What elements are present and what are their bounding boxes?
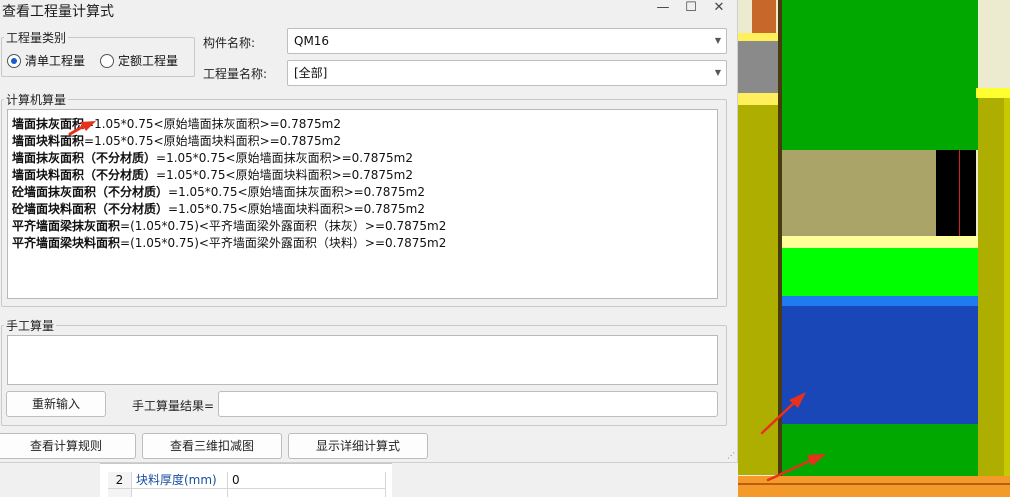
manual-calc-legend: 手工算量 — [6, 319, 55, 333]
radio-quota-label: 定额工程量 — [118, 54, 179, 68]
computer-calc-legend: 计算机算量 — [6, 93, 67, 107]
viewport-wall-blue — [782, 306, 978, 424]
table-row[interactable]: 2 块料厚度(mm) 0 — [100, 472, 392, 489]
view-rules-button[interactable]: 查看计算规则 — [0, 433, 136, 459]
viewport-strip-light-blue — [782, 296, 978, 306]
close-button[interactable]: ✕ — [706, 0, 732, 17]
quantity-name-label: 工程量名称: — [203, 67, 268, 81]
show-detail-formula-button[interactable]: 显示详细计算式 — [288, 433, 428, 459]
component-name-select[interactable]: QM16 ▼ — [287, 28, 727, 54]
list-item: 墙面块料面积=1.05*0.75<原始墙面块料面积>=0.7875m2 — [12, 134, 341, 148]
3d-viewport[interactable] — [738, 0, 1010, 497]
manual-result-field[interactable] — [218, 391, 718, 417]
viewport-wall-green-bottom — [782, 424, 978, 476]
radio-quota-quantity[interactable]: 定额工程量 — [100, 52, 178, 69]
viewport-beam-yellow-lower — [782, 236, 978, 248]
list-item: 砼墙面抹灰面积（不分材质）=1.05*0.75<原始墙面抹灰面积>=0.7875… — [12, 185, 425, 199]
radio-selected-icon — [7, 53, 21, 68]
viewport-wall-red-line — [959, 150, 960, 236]
viewport-wall-olive-left — [738, 105, 778, 475]
radio-bill-label: 清单工程量 — [25, 54, 86, 68]
resize-grip-icon[interactable]: ⋰ — [727, 451, 735, 460]
list-item: 墙面抹灰面积（不分材质）=1.05*0.75<原始墙面抹灰面积>=0.7875m… — [12, 151, 413, 165]
list-item: 墙面抹灰面积=1.05*0.75<原始墙面抹灰面积>=0.7875m2 — [12, 117, 341, 131]
reenter-button[interactable]: 重新输入 — [6, 391, 106, 417]
list-item: 砼墙面块料面积（不分材质）=1.05*0.75<原始墙面块料面积>=0.7875… — [12, 202, 425, 216]
viewport-beam-yellow-mid — [738, 93, 782, 105]
property-table: 2 块料厚度(mm) 0 — [100, 463, 392, 497]
row-index: 2 — [108, 472, 132, 489]
list-item: 平齐墙面梁块料面积=(1.05*0.75)<平齐墙面梁外露面积（块料）>=0.7… — [12, 236, 447, 250]
viewport-edge-right — [1004, 98, 1010, 478]
quantity-name-value: [全部] — [294, 66, 328, 80]
dialog-title: 查看工程量计算式 — [2, 4, 114, 20]
viewport-beam-orange — [752, 0, 776, 33]
radio-unselected-icon — [100, 53, 114, 68]
minimize-button[interactable]: — — [650, 0, 676, 17]
radio-bill-quantity[interactable]: 清单工程量 — [7, 52, 85, 69]
chevron-down-icon: ▼ — [714, 68, 721, 77]
viewport-column-gray — [738, 41, 778, 93]
quantity-type-legend: 工程量类别 — [6, 31, 67, 45]
quantity-name-select[interactable]: [全部] ▼ — [287, 60, 727, 86]
calc-formula-dialog: 查看工程量计算式 — ☐ ✕ 工程量类别 清单工程量 定额工程量 构件名称: Q… — [0, 0, 738, 463]
viewport-floor-line — [738, 483, 1010, 485]
table-row[interactable] — [100, 489, 392, 497]
viewport-wall-green-top — [782, 0, 978, 150]
viewport-floor-orange — [738, 476, 1010, 497]
manual-calc-input[interactable] — [7, 335, 718, 385]
list-item: 墙面块料面积（不分材质）=1.05*0.75<原始墙面块料面积>=0.7875m… — [12, 168, 413, 182]
viewport-beam-yellow-top — [738, 33, 780, 41]
viewport-wall-tan — [782, 150, 938, 236]
chevron-down-icon: ▼ — [714, 36, 721, 45]
property-value[interactable]: 0 — [228, 472, 386, 489]
manual-result-label: 手工算量结果= — [132, 399, 215, 413]
computer-calc-textarea[interactable]: 墙面抹灰面积=1.05*0.75<原始墙面抹灰面积>=0.7875m2 墙面块料… — [7, 109, 718, 299]
viewport-column-right — [978, 97, 1004, 477]
component-name-value: QM16 — [294, 34, 330, 48]
view-3d-deduction-button[interactable]: 查看三维扣减图 — [142, 433, 282, 459]
viewport-beam-yellow-right — [976, 88, 1010, 98]
property-name: 块料厚度(mm) — [132, 472, 228, 489]
component-name-label: 构件名称: — [203, 36, 256, 50]
list-item: 平齐墙面梁抹灰面积=(1.05*0.75)<平齐墙面梁外露面积（抹灰）>=0.7… — [12, 219, 447, 233]
viewport-wall-bright-green — [782, 248, 978, 296]
viewport-wall-black — [936, 150, 976, 236]
maximize-button[interactable]: ☐ — [678, 0, 704, 17]
